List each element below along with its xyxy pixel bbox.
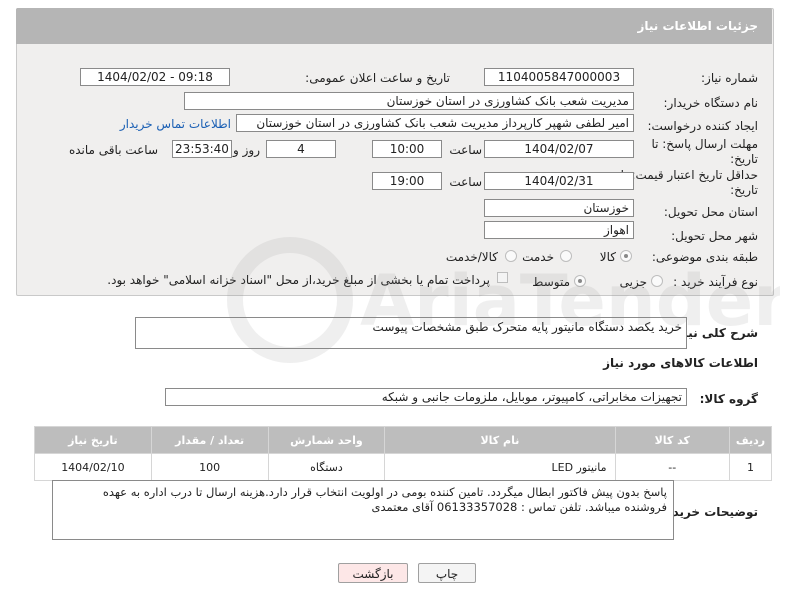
cell-row-number: 1 — [729, 453, 772, 481]
items-table: تاریخ نیاز تعداد / مقدار واحد شمارش نام … — [34, 426, 772, 481]
header-unit: واحد شمارش — [267, 426, 386, 454]
process-radio-minor[interactable] — [651, 275, 663, 287]
price-validity-time-label: ساعت — [449, 175, 482, 189]
page-title: جزئیات اطلاعات نیاز — [637, 19, 758, 33]
city-label: شهر محل تحویل: — [671, 229, 758, 243]
goods-section-title: اطلاعات کالاهای مورد نیاز — [603, 356, 758, 370]
price-validity-time-field: 19:00 — [372, 172, 442, 190]
header-need-date: تاریخ نیاز — [34, 426, 152, 454]
price-validity-date-field: 1404/02/31 — [484, 172, 634, 190]
cell-need-date: 1404/02/10 — [34, 453, 152, 481]
remaining-time-field: 23:53:40 — [172, 140, 232, 158]
category-radio-goods-service[interactable] — [505, 250, 517, 262]
announce-date-label: تاریخ و ساعت اعلان عمومی: — [305, 71, 450, 85]
category-option-goods: کالا — [599, 250, 616, 264]
creator-label: ایجاد کننده درخواست: — [647, 119, 758, 133]
deadline-label: مهلت ارسال پاسخ: تا تاریخ: — [651, 137, 758, 166]
process-radio-medium[interactable] — [574, 275, 586, 287]
cell-quantity: 100 — [150, 453, 269, 481]
process-option-medium: متوسط — [532, 275, 570, 289]
cell-unit: دستگاه — [267, 453, 386, 481]
category-label: طبقه بندی موضوعی: — [651, 250, 758, 264]
buyer-notes-field: پاسخ بدون پیش فاکتور ابطال میگردد. تامین… — [52, 480, 674, 540]
category-radio-service[interactable] — [560, 250, 572, 262]
province-field: خوزستان — [484, 199, 634, 217]
buyer-org-field: مدیریت شعب بانک کشاورزی در استان خوزستان — [184, 92, 634, 110]
process-label: نوع فرآیند خرید : — [673, 275, 758, 289]
buyer-contact-link[interactable]: اطلاعات تماس خریدار — [120, 117, 231, 131]
buyer-org-label: نام دستگاه خریدار: — [663, 96, 759, 110]
header-quantity: تعداد / مقدار — [150, 426, 269, 454]
header-row-number: ردیف — [729, 426, 772, 454]
price-validity-label: حداقل تاریخ اعتبار قیمت: تا تاریخ: — [620, 168, 758, 197]
buyer-notes-line-1: پاسخ بدون پیش فاکتور ابطال میگردد. تامین… — [102, 485, 667, 499]
table-row: 1404/02/10 100 دستگاه مانیتور LED -- 1 — [34, 453, 772, 481]
category-option-service: خدمت — [522, 250, 554, 264]
need-number-label: شماره نیاز: — [701, 71, 758, 85]
cell-item-code: -- — [614, 453, 731, 481]
city-field: اهواز — [484, 221, 634, 239]
table-header-row: تاریخ نیاز تعداد / مقدار واحد شمارش نام … — [34, 426, 772, 454]
treasury-payment-checkbox[interactable] — [497, 272, 508, 283]
category-radio-goods[interactable] — [620, 250, 632, 262]
cell-item-name: مانیتور LED — [384, 453, 616, 481]
treasury-payment-note: پرداخت تمام یا بخشی از مبلغ خرید،از محل … — [107, 273, 490, 287]
buyer-notes-line-2: فروشنده میباشد. تلفن تماس : 06133357028 … — [371, 500, 667, 514]
deadline-date-field: 1404/02/07 — [484, 140, 634, 158]
process-option-minor: جزیی — [619, 275, 647, 289]
creator-field: امیر لطفی شهپر کارپرداز مدیریت شعب بانک … — [236, 114, 634, 132]
description-field: خرید یکصد دستگاه مانیتور پایه متحرک طبق … — [135, 317, 687, 349]
province-label: استان محل تحویل: — [663, 205, 758, 219]
days-remaining-field: 4 — [266, 140, 336, 158]
print-button[interactable]: چاپ — [418, 563, 476, 583]
header-item-name: نام کالا — [384, 426, 616, 454]
remaining-time-label: ساعت باقی مانده — [68, 143, 158, 157]
announce-date-field: 1404/02/02 - 09:18 — [80, 68, 230, 86]
goods-group-field: تجهیزات مخابراتی، کامپیوتر، موبایل، ملزو… — [165, 388, 687, 406]
header-item-code: کد کالا — [614, 426, 731, 454]
days-label: روز و — [233, 143, 260, 157]
back-button[interactable]: بازگشت — [338, 563, 408, 583]
deadline-time-label: ساعت — [449, 143, 482, 157]
category-option-goods-service: کالا/خدمت — [445, 250, 498, 264]
deadline-time-field: 10:00 — [372, 140, 442, 158]
need-number-field: 1104005847000003 — [484, 68, 634, 86]
goods-group-label: گروه کالا: — [699, 392, 758, 406]
